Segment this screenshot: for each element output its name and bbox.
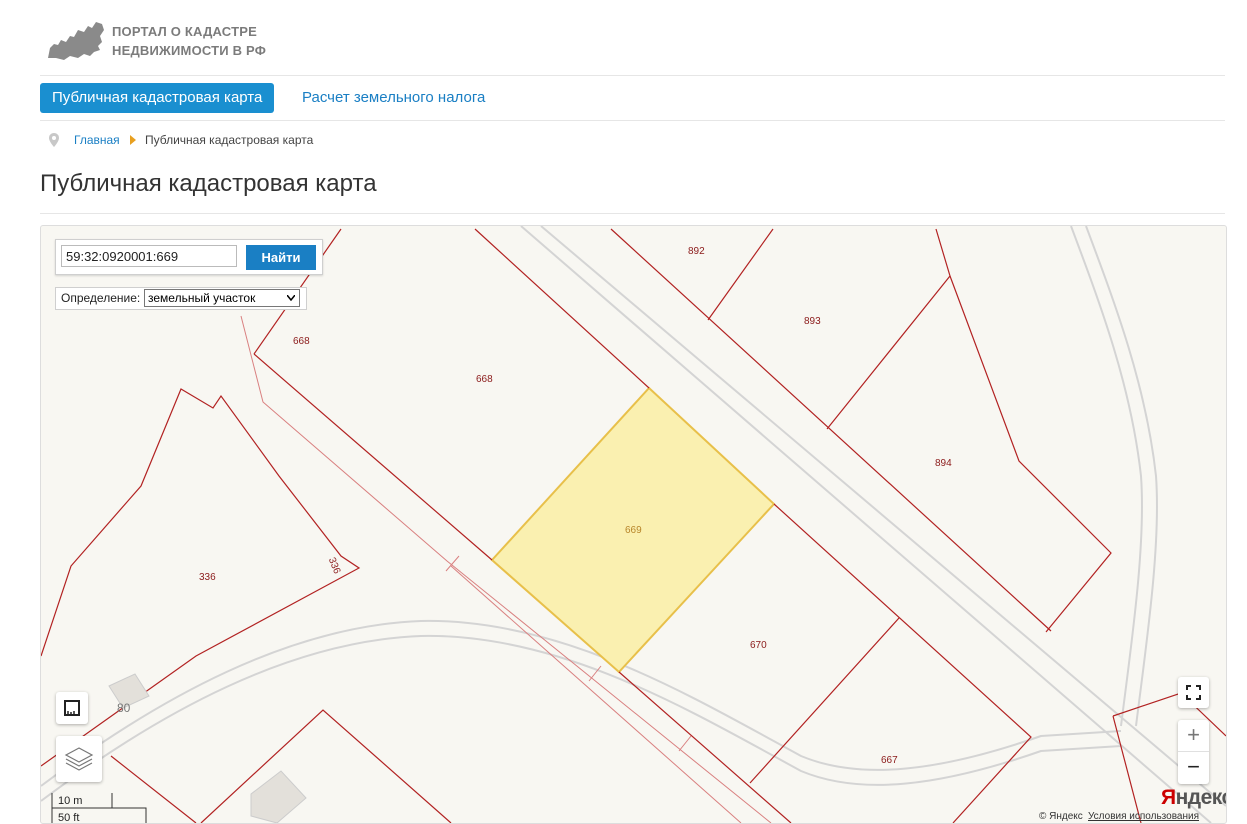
chevron-down-icon <box>287 295 295 301</box>
zoom-out-button[interactable]: − <box>1178 752 1209 783</box>
parcel-894[interactable] <box>949 275 1112 633</box>
building-number-label: 80 <box>117 701 131 715</box>
map-copyright: © Яндекс <box>1039 811 1083 822</box>
logo-text[interactable]: ПОРТАЛ О КАДАСТРЕ НЕДВИЖИМОСТИ В РФ <box>112 22 332 60</box>
building[interactable] <box>250 770 307 823</box>
zoom-in-button[interactable]: + <box>1178 720 1209 751</box>
cadastral-number-input[interactable] <box>61 245 237 267</box>
header: ПОРТАЛ О КАДАСТРЕ НЕДВИЖИМОСТИ В РФ <box>40 14 1225 76</box>
parcel-label-892: 892 <box>688 246 705 257</box>
definition-selected-value: земельный участок <box>148 291 256 305</box>
divider <box>40 120 1225 121</box>
scale-meters: 10 m <box>58 795 83 807</box>
yandex-logo[interactable]: Яндекс <box>1161 786 1227 810</box>
parcel-label-670: 670 <box>750 640 767 651</box>
ruler-icon <box>64 700 80 716</box>
breadcrumb-current: Публичная кадастровая карта <box>145 133 314 147</box>
scale-feet: 50 ft <box>58 812 80 824</box>
find-button[interactable]: Найти <box>246 245 316 270</box>
parcel-label-669: 669 <box>625 525 642 536</box>
definition-select[interactable]: земельный участок <box>144 289 300 307</box>
parcel-label-894: 894 <box>935 458 952 469</box>
layers-icon <box>64 747 94 771</box>
search-panel: Найти <box>55 239 323 275</box>
fullscreen-button[interactable] <box>1178 677 1209 708</box>
fullscreen-icon <box>1186 685 1201 700</box>
parcel-label-667: 667 <box>881 755 898 766</box>
logo-line-1: ПОРТАЛ О КАДАСТРЕ <box>112 24 257 39</box>
divider <box>40 75 1225 76</box>
breadcrumb-arrow-icon <box>130 135 136 145</box>
parcel-label-668: 668 <box>293 336 310 347</box>
divider <box>40 213 1225 214</box>
yandex-logo-first-letter: Я <box>1161 786 1176 809</box>
definition-panel: Определение: земельный участок <box>55 287 307 310</box>
tab-cadastral-map[interactable]: Публичная кадастровая карта <box>40 83 275 113</box>
russia-map-logo-icon[interactable] <box>44 18 106 62</box>
parcel-label-336: 336 <box>199 572 216 583</box>
logo-line-2: НЕДВИЖИМОСТИ В РФ <box>112 43 267 58</box>
parcel-label-893: 893 <box>804 316 821 327</box>
location-pin-icon <box>49 133 59 147</box>
yandex-logo-rest: ндекс <box>1175 786 1227 809</box>
terms-of-use-link[interactable]: Условия использования <box>1088 811 1199 822</box>
definition-label: Определение: <box>61 291 141 305</box>
page-title: Публичная кадастровая карта <box>40 170 377 197</box>
parcel-label-668: 668 <box>476 374 493 385</box>
zoom-control: + − <box>1178 720 1209 784</box>
layers-button[interactable] <box>56 736 102 782</box>
ruler-button[interactable] <box>56 692 88 724</box>
breadcrumb-home-link[interactable]: Главная <box>74 131 120 149</box>
tab-land-tax[interactable]: Расчет земельного налога <box>302 83 485 113</box>
cadastral-map[interactable]: 892 893 894 668 668 669 670 667 336 336 … <box>40 225 1227 824</box>
